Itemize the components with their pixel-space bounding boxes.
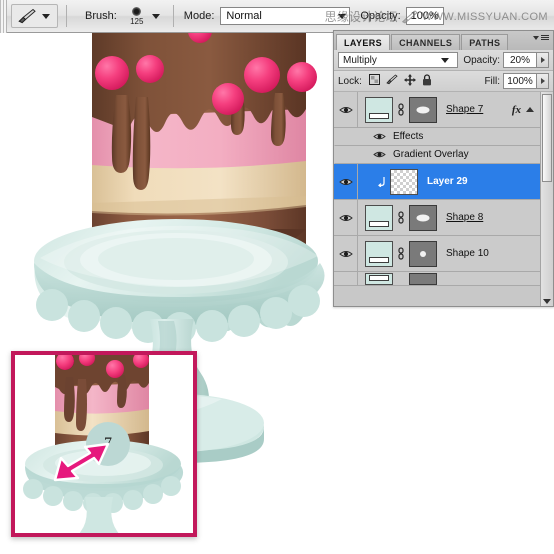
layer-thumbnail[interactable]	[365, 96, 393, 123]
fill-input[interactable]: 100%	[503, 73, 537, 89]
layer-visibility-toggle[interactable]	[334, 272, 358, 285]
watermark-cn-text: 思缘设计论坛	[324, 10, 398, 24]
vector-mask-thumbnail[interactable]	[409, 204, 437, 231]
layer-row-shape-10[interactable]: Shape 10	[334, 236, 540, 272]
chevron-down-icon	[543, 299, 551, 304]
link-mask-icon[interactable]	[396, 211, 406, 224]
vector-mask-thumbnail[interactable]	[409, 240, 437, 267]
pointer-arrow-icon	[53, 442, 110, 482]
panel-menu-icon[interactable]	[533, 35, 549, 40]
layer-row-partial[interactable]	[334, 272, 540, 286]
scrollbar-thumb[interactable]	[542, 94, 552, 182]
scroll-down-button[interactable]	[541, 299, 553, 304]
layer-thumbnail[interactable]	[365, 240, 393, 267]
brush-label: Brush:	[85, 10, 117, 22]
eye-icon	[338, 214, 353, 221]
panel-tab-strip: LAYERS CHANNELS PATHS	[334, 31, 553, 50]
layer-row-gradient-overlay[interactable]: Gradient Overlay	[334, 146, 540, 164]
gradient-overlay-visibility-toggle[interactable]	[373, 146, 386, 164]
layer-visibility-toggle[interactable]	[334, 200, 358, 235]
layer-effects-fx-icon[interactable]: fx	[512, 104, 521, 116]
eye-icon	[373, 133, 386, 139]
layer-opacity-label: Opacity:	[463, 54, 500, 66]
layer-visibility-toggle[interactable]	[334, 164, 358, 199]
blend-opacity-row: Multiply Opacity: 20%	[334, 50, 553, 71]
layer-visibility-toggle[interactable]	[334, 236, 358, 271]
layer-visibility-toggle[interactable]	[334, 92, 358, 127]
photoshop-window: Brush: 125 Mode: Normal Opacity: 100% 思缘…	[0, 0, 554, 554]
brush-chevron-down-icon[interactable]	[151, 13, 160, 19]
layer-row-effects[interactable]: Effects	[334, 128, 540, 146]
layer-name-shape-7[interactable]: Shape 7	[446, 104, 483, 115]
layer-thumbnail[interactable]	[390, 168, 418, 195]
lock-label: Lock:	[338, 75, 362, 87]
fill-label: Fill:	[484, 75, 500, 87]
tab-channels[interactable]: CHANNELS	[391, 34, 461, 50]
lock-position-icon[interactable]	[403, 73, 416, 89]
layer-thumbnail[interactable]	[365, 204, 393, 231]
eye-icon	[338, 250, 353, 257]
layer-thumbnail[interactable]	[365, 272, 393, 285]
vector-mask-thumbnail[interactable]	[409, 96, 437, 123]
blend-mode-value: Normal	[226, 10, 262, 22]
watermark: 思缘设计论坛 WWW.MISSYUAN.COM	[325, 6, 548, 27]
tool-preset-chevron-down-icon[interactable]	[42, 13, 50, 19]
divider	[66, 5, 67, 27]
layer-name-layer-29[interactable]: Layer 29	[427, 176, 468, 187]
layer-name-shape-8[interactable]: Shape 8	[446, 212, 483, 223]
eye-icon	[338, 106, 353, 113]
effects-collapse-chevron-up-icon[interactable]	[526, 107, 534, 112]
eye-icon	[373, 151, 386, 157]
eye-icon	[338, 178, 353, 185]
lock-fill-row: Lock: Fill: 100%	[334, 71, 553, 92]
mode-label: Mode:	[183, 10, 215, 22]
layer-opacity-stepper[interactable]	[537, 52, 549, 68]
layer-blend-mode-value: Multiply	[343, 54, 377, 66]
vector-mask-thumbnail[interactable]	[409, 272, 437, 285]
fill-stepper[interactable]	[537, 73, 549, 89]
brush-size-value: 125	[130, 16, 144, 26]
brush-tip-icon	[132, 6, 142, 16]
watermark-en-text: WWW.MISSYUAN.COM	[421, 10, 548, 23]
options-bar-grip[interactable]	[0, 0, 7, 33]
layer-blend-mode-select[interactable]: Multiply	[338, 52, 459, 68]
tool-preset-picker[interactable]	[11, 4, 58, 28]
link-mask-icon[interactable]	[396, 247, 406, 260]
layer-row-shape-8[interactable]: Shape 8	[334, 200, 540, 236]
tab-layers[interactable]: LAYERS	[336, 34, 391, 50]
layer-row-layer-29[interactable]: Layer 29	[334, 164, 540, 200]
clipping-mask-icon	[377, 176, 387, 187]
divider-2	[172, 5, 174, 27]
watermark-brush-icon	[401, 9, 418, 23]
fill-value: 100%	[507, 75, 533, 87]
options-bar: Brush: 125 Mode: Normal Opacity: 100% 思缘…	[0, 0, 554, 33]
lock-all-icon[interactable]	[422, 73, 432, 89]
layer-row-shape-7[interactable]: Shape 7 fx	[334, 92, 540, 128]
tab-paths[interactable]: PATHS	[461, 34, 509, 50]
effects-visibility-toggle[interactable]	[373, 128, 386, 146]
link-mask-icon[interactable]	[396, 103, 406, 116]
layer-list[interactable]: Shape 7 fx Effects Gradient Overlay Laye…	[334, 92, 553, 306]
layer-name-shape-10[interactable]: Shape 10	[446, 248, 489, 259]
layer-list-scrollbar[interactable]	[540, 92, 553, 306]
gradient-overlay-label: Gradient Overlay	[393, 149, 469, 160]
brush-tool-icon[interactable]	[14, 6, 40, 26]
layers-panel: LAYERS CHANNELS PATHS Multiply Opacity: …	[333, 30, 554, 307]
layer-opacity-value: 20%	[509, 54, 530, 66]
brush-preview[interactable]: 125	[124, 6, 150, 26]
layer-opacity-input[interactable]: 20%	[503, 52, 537, 68]
effects-label: Effects	[393, 131, 424, 142]
lock-pixels-icon[interactable]	[386, 74, 398, 88]
lock-transparency-icon[interactable]	[368, 74, 380, 88]
cherry	[95, 56, 129, 90]
blend-mode-chevron-down-icon	[441, 57, 450, 63]
